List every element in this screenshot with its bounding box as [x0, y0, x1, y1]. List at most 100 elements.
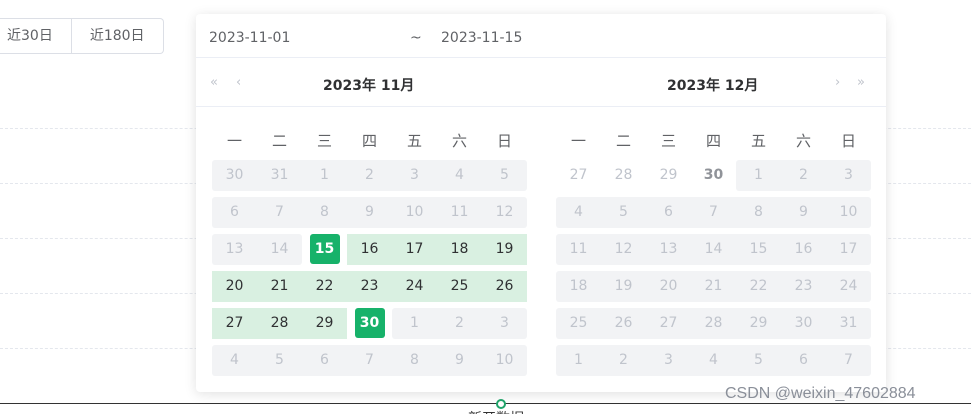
- date-cell[interactable]: 27: [556, 160, 601, 191]
- date-cell[interactable]: 6: [781, 345, 826, 376]
- date-cell[interactable]: 24: [826, 271, 871, 302]
- in-range-date-cell[interactable]: 26: [482, 271, 527, 302]
- date-cell[interactable]: 10: [482, 345, 527, 376]
- last-30-days-button[interactable]: 近30日: [0, 18, 72, 54]
- date-cell[interactable]: 12: [482, 197, 527, 228]
- date-cell[interactable]: 10: [392, 197, 437, 228]
- in-range-date-cell[interactable]: 28: [257, 308, 302, 339]
- date-cell[interactable]: 4: [212, 345, 257, 376]
- date-cell[interactable]: 5: [257, 345, 302, 376]
- date-cell[interactable]: 13: [212, 234, 257, 265]
- in-range-date-cell[interactable]: 19: [482, 234, 527, 265]
- next-year-icon[interactable]: »: [857, 75, 865, 90]
- date-cell[interactable]: 8: [736, 197, 781, 228]
- date-cell[interactable]: 11: [437, 197, 482, 228]
- date-cell[interactable]: 16: [781, 234, 826, 265]
- date-cell[interactable]: 1: [556, 345, 601, 376]
- date-cell[interactable]: 27: [646, 308, 691, 339]
- left-calendar: 一 二 三 四 五 六 日 30 31 1 2 3 4 5 6 7 8 9 10…: [212, 128, 527, 376]
- date-cell[interactable]: 2: [437, 308, 482, 339]
- calendar-week-row: 1 2 3 4 5 6 7: [556, 345, 871, 376]
- date-cell[interactable]: 7: [691, 197, 736, 228]
- date-cell[interactable]: 19: [601, 271, 646, 302]
- date-cell[interactable]: 7: [826, 345, 871, 376]
- in-range-date-cell[interactable]: 18: [437, 234, 482, 265]
- date-cell[interactable]: 8: [392, 345, 437, 376]
- date-cell[interactable]: 1: [302, 160, 347, 191]
- range-end-date-cell[interactable]: 30: [347, 308, 392, 339]
- in-range-date-cell[interactable]: 29: [302, 308, 347, 339]
- last-180-days-button[interactable]: 近180日: [71, 18, 164, 54]
- date-cell[interactable]: 5: [736, 345, 781, 376]
- in-range-date-cell[interactable]: 16: [347, 234, 392, 265]
- date-cell[interactable]: 28: [601, 160, 646, 191]
- prev-year-icon[interactable]: «: [210, 75, 218, 90]
- date-cell[interactable]: 25: [556, 308, 601, 339]
- date-cell[interactable]: 12: [601, 234, 646, 265]
- date-cell[interactable]: 31: [257, 160, 302, 191]
- date-cell[interactable]: 1: [736, 160, 781, 191]
- date-cell[interactable]: 21: [691, 271, 736, 302]
- in-range-date-cell[interactable]: 25: [437, 271, 482, 302]
- in-range-date-cell[interactable]: 20: [212, 271, 257, 302]
- date-cell[interactable]: 23: [781, 271, 826, 302]
- date-cell[interactable]: 29: [736, 308, 781, 339]
- date-cell[interactable]: 5: [601, 197, 646, 228]
- date-cell[interactable]: 4: [556, 197, 601, 228]
- quick-range-buttons: 近30日 近180日: [0, 18, 164, 54]
- date-cell[interactable]: 15: [736, 234, 781, 265]
- in-range-date-cell[interactable]: 22: [302, 271, 347, 302]
- date-cell[interactable]: 3: [646, 345, 691, 376]
- date-cell[interactable]: 29: [646, 160, 691, 191]
- date-cell[interactable]: 31: [826, 308, 871, 339]
- next-month-icon[interactable]: ›: [835, 75, 840, 90]
- date-cell[interactable]: 5: [482, 160, 527, 191]
- in-range-date-cell[interactable]: 21: [257, 271, 302, 302]
- watermark-text: CSDN @weixin_47602884: [725, 385, 916, 402]
- date-cell[interactable]: 1: [392, 308, 437, 339]
- date-cell[interactable]: 28: [691, 308, 736, 339]
- date-cell[interactable]: 30: [781, 308, 826, 339]
- date-cell[interactable]: 8: [302, 197, 347, 228]
- start-date-input[interactable]: 2023-11-01: [209, 30, 290, 46]
- date-cell[interactable]: 2: [601, 345, 646, 376]
- date-cell[interactable]: 2: [781, 160, 826, 191]
- date-cell[interactable]: 4: [691, 345, 736, 376]
- date-cell[interactable]: 2: [347, 160, 392, 191]
- date-cell[interactable]: 13: [646, 234, 691, 265]
- chart-axis-label: 新开数据: [468, 408, 524, 414]
- date-cell[interactable]: 7: [257, 197, 302, 228]
- date-cell[interactable]: 3: [826, 160, 871, 191]
- date-cell[interactable]: 6: [646, 197, 691, 228]
- in-range-date-cell[interactable]: 24: [392, 271, 437, 302]
- in-range-date-cell[interactable]: 17: [392, 234, 437, 265]
- date-cell[interactable]: 11: [556, 234, 601, 265]
- range-start-date-cell[interactable]: 15: [302, 234, 347, 265]
- date-cell[interactable]: 9: [781, 197, 826, 228]
- calendar-header: « ‹ 2023年 11月 2023年 12月 › »: [196, 58, 886, 107]
- date-range-picker: 2023-11-01 ~ 2023-11-15 « ‹ 2023年 11月 20…: [196, 14, 886, 392]
- date-cell[interactable]: 7: [347, 345, 392, 376]
- date-cell[interactable]: 9: [347, 197, 392, 228]
- date-cell[interactable]: 4: [437, 160, 482, 191]
- date-cell[interactable]: 3: [482, 308, 527, 339]
- date-cell[interactable]: 20: [646, 271, 691, 302]
- date-cell[interactable]: 14: [257, 234, 302, 265]
- calendar-week-row: 6 7 8 9 10 11 12: [212, 197, 527, 228]
- date-cell[interactable]: 3: [392, 160, 437, 191]
- date-cell[interactable]: 18: [556, 271, 601, 302]
- date-cell[interactable]: 6: [212, 197, 257, 228]
- end-date-input[interactable]: 2023-11-15: [441, 30, 522, 46]
- prev-month-icon[interactable]: ‹: [236, 75, 241, 90]
- in-range-date-cell[interactable]: 23: [347, 271, 392, 302]
- date-cell[interactable]: 14: [691, 234, 736, 265]
- date-cell[interactable]: 30: [691, 160, 736, 191]
- date-cell[interactable]: 26: [601, 308, 646, 339]
- in-range-date-cell[interactable]: 27: [212, 308, 257, 339]
- date-cell[interactable]: 6: [302, 345, 347, 376]
- date-cell[interactable]: 17: [826, 234, 871, 265]
- date-cell[interactable]: 30: [212, 160, 257, 191]
- date-cell[interactable]: 9: [437, 345, 482, 376]
- date-cell[interactable]: 22: [736, 271, 781, 302]
- date-cell[interactable]: 10: [826, 197, 871, 228]
